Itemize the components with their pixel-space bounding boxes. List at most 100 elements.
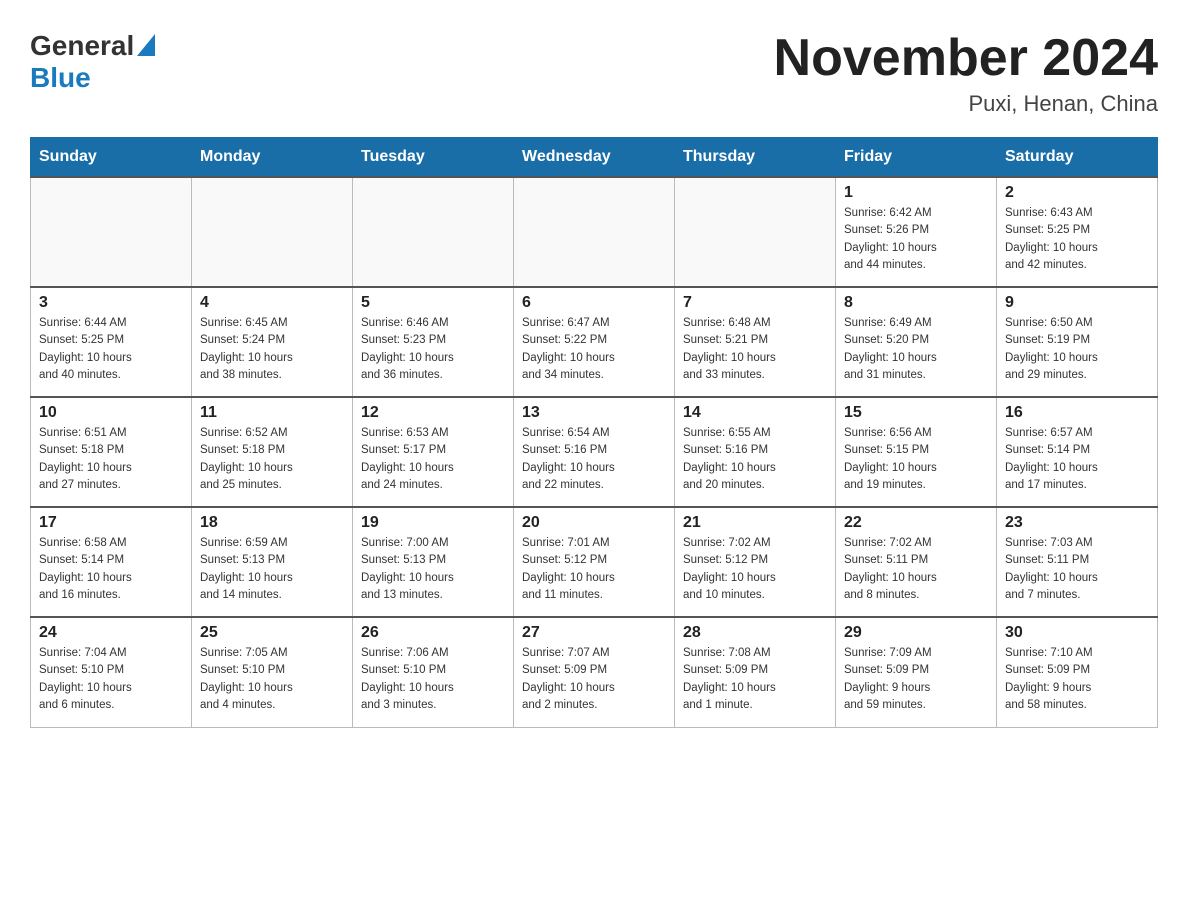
day-info: Sunrise: 7:07 AM Sunset: 5:09 PM Dayligh… <box>522 645 666 714</box>
calendar-cell: 23 Sunrise: 7:03 AM Sunset: 5:11 PM Dayli… <box>997 507 1158 617</box>
day-number: 23 <box>1005 514 1149 532</box>
day-info: Sunrise: 6:52 AM Sunset: 5:18 PM Dayligh… <box>200 425 344 494</box>
header-monday: Monday <box>192 138 353 178</box>
day-info: Sunrise: 7:09 AM Sunset: 5:09 PM Dayligh… <box>844 645 988 714</box>
week-row-1: 1 Sunrise: 6:42 AM Sunset: 5:26 PM Daylig… <box>31 177 1158 287</box>
page-header: General Blue November 2024 Puxi, Henan, … <box>30 30 1158 117</box>
day-number: 27 <box>522 624 666 642</box>
calendar-cell: 28 Sunrise: 7:08 AM Sunset: 5:09 PM Dayli… <box>675 617 836 727</box>
calendar-cell: 26 Sunrise: 7:06 AM Sunset: 5:10 PM Dayli… <box>353 617 514 727</box>
calendar-cell: 30 Sunrise: 7:10 AM Sunset: 5:09 PM Dayli… <box>997 617 1158 727</box>
day-number: 11 <box>200 404 344 422</box>
title-area: November 2024 Puxi, Henan, China <box>774 30 1158 117</box>
day-number: 26 <box>361 624 505 642</box>
day-info: Sunrise: 6:42 AM Sunset: 5:26 PM Dayligh… <box>844 205 988 274</box>
day-number: 20 <box>522 514 666 532</box>
day-info: Sunrise: 7:10 AM Sunset: 5:09 PM Dayligh… <box>1005 645 1149 714</box>
header-friday: Friday <box>836 138 997 178</box>
day-number: 15 <box>844 404 988 422</box>
weekday-header-row: Sunday Monday Tuesday Wednesday Thursday… <box>31 138 1158 178</box>
day-number: 6 <box>522 294 666 312</box>
calendar-cell: 24Sunrise: 7:04 AM Sunset: 5:10 PM Dayli… <box>31 617 192 727</box>
month-year-title: November 2024 <box>774 30 1158 87</box>
calendar-cell: 1 Sunrise: 6:42 AM Sunset: 5:26 PM Daylig… <box>836 177 997 287</box>
week-row-2: 3 Sunrise: 6:44 AM Sunset: 5:25 PM Daylig… <box>31 287 1158 397</box>
header-wednesday: Wednesday <box>514 138 675 178</box>
day-number: 21 <box>683 514 827 532</box>
calendar-cell: 4 Sunrise: 6:45 AM Sunset: 5:24 PM Daylig… <box>192 287 353 397</box>
calendar-cell: 6 Sunrise: 6:47 AM Sunset: 5:22 PM Daylig… <box>514 287 675 397</box>
header-saturday: Saturday <box>997 138 1158 178</box>
header-tuesday: Tuesday <box>353 138 514 178</box>
logo-arrow-icon <box>137 34 155 61</box>
day-number: 9 <box>1005 294 1149 312</box>
week-row-3: 10 Sunrise: 6:51 AM Sunset: 5:18 PM Dayli… <box>31 397 1158 507</box>
day-info: Sunrise: 6:43 AM Sunset: 5:25 PM Dayligh… <box>1005 205 1149 274</box>
calendar-cell: 16 Sunrise: 6:57 AM Sunset: 5:14 PM Dayli… <box>997 397 1158 507</box>
day-info: Sunrise: 6:51 AM Sunset: 5:18 PM Dayligh… <box>39 425 183 494</box>
calendar-cell: 14Sunrise: 6:55 AM Sunset: 5:16 PM Dayli… <box>675 397 836 507</box>
day-number: 10 <box>39 404 183 422</box>
calendar-cell: 25 Sunrise: 7:05 AM Sunset: 5:10 PM Dayli… <box>192 617 353 727</box>
day-info: Sunrise: 6:54 AM Sunset: 5:16 PM Dayligh… <box>522 425 666 494</box>
day-number: 16 <box>1005 404 1149 422</box>
header-sunday: Sunday <box>31 138 192 178</box>
calendar-cell: 9 Sunrise: 6:50 AM Sunset: 5:19 PM Daylig… <box>997 287 1158 397</box>
calendar-cell <box>192 177 353 287</box>
calendar-cell: 7 Sunrise: 6:48 AM Sunset: 5:21 PM Daylig… <box>675 287 836 397</box>
calendar-cell: 18Sunrise: 6:59 AM Sunset: 5:13 PM Dayli… <box>192 507 353 617</box>
day-info: Sunrise: 7:00 AM Sunset: 5:13 PM Dayligh… <box>361 535 505 604</box>
day-info: Sunrise: 7:04 AM Sunset: 5:10 PM Dayligh… <box>39 645 183 714</box>
day-info: Sunrise: 6:44 AM Sunset: 5:25 PM Dayligh… <box>39 315 183 384</box>
calendar-cell: 12Sunrise: 6:53 AM Sunset: 5:17 PM Dayli… <box>353 397 514 507</box>
day-info: Sunrise: 7:05 AM Sunset: 5:10 PM Dayligh… <box>200 645 344 714</box>
day-number: 14 <box>683 404 827 422</box>
day-info: Sunrise: 7:02 AM Sunset: 5:12 PM Dayligh… <box>683 535 827 604</box>
calendar-cell: 20 Sunrise: 7:01 AM Sunset: 5:12 PM Dayli… <box>514 507 675 617</box>
day-number: 28 <box>683 624 827 642</box>
day-number: 25 <box>200 624 344 642</box>
calendar-cell: 29 Sunrise: 7:09 AM Sunset: 5:09 PM Dayli… <box>836 617 997 727</box>
calendar-table: Sunday Monday Tuesday Wednesday Thursday… <box>30 137 1158 728</box>
calendar-cell <box>675 177 836 287</box>
calendar-cell: 19 Sunrise: 7:00 AM Sunset: 5:13 PM Dayli… <box>353 507 514 617</box>
calendar-cell: 17Sunrise: 6:58 AM Sunset: 5:14 PM Dayli… <box>31 507 192 617</box>
day-info: Sunrise: 6:58 AM Sunset: 5:14 PM Dayligh… <box>39 535 183 604</box>
day-info: Sunrise: 6:46 AM Sunset: 5:23 PM Dayligh… <box>361 315 505 384</box>
day-info: Sunrise: 7:03 AM Sunset: 5:11 PM Dayligh… <box>1005 535 1149 604</box>
day-number: 29 <box>844 624 988 642</box>
logo-blue-text: Blue <box>30 62 91 93</box>
day-info: Sunrise: 6:57 AM Sunset: 5:14 PM Dayligh… <box>1005 425 1149 494</box>
day-info: Sunrise: 6:48 AM Sunset: 5:21 PM Dayligh… <box>683 315 827 384</box>
day-number: 13 <box>522 404 666 422</box>
calendar-cell: 5Sunrise: 6:46 AM Sunset: 5:23 PM Daylig… <box>353 287 514 397</box>
logo: General Blue <box>30 30 155 94</box>
day-info: Sunrise: 7:01 AM Sunset: 5:12 PM Dayligh… <box>522 535 666 604</box>
day-number: 22 <box>844 514 988 532</box>
day-info: Sunrise: 6:47 AM Sunset: 5:22 PM Dayligh… <box>522 315 666 384</box>
day-number: 7 <box>683 294 827 312</box>
calendar-cell: 11 Sunrise: 6:52 AM Sunset: 5:18 PM Dayli… <box>192 397 353 507</box>
calendar-cell <box>353 177 514 287</box>
calendar-cell: 8Sunrise: 6:49 AM Sunset: 5:20 PM Daylig… <box>836 287 997 397</box>
day-info: Sunrise: 7:02 AM Sunset: 5:11 PM Dayligh… <box>844 535 988 604</box>
calendar-cell: 15Sunrise: 6:56 AM Sunset: 5:15 PM Dayli… <box>836 397 997 507</box>
day-number: 3 <box>39 294 183 312</box>
day-number: 8 <box>844 294 988 312</box>
day-number: 18 <box>200 514 344 532</box>
day-info: Sunrise: 6:45 AM Sunset: 5:24 PM Dayligh… <box>200 315 344 384</box>
day-number: 19 <box>361 514 505 532</box>
calendar-cell: 21 Sunrise: 7:02 AM Sunset: 5:12 PM Dayli… <box>675 507 836 617</box>
day-info: Sunrise: 7:06 AM Sunset: 5:10 PM Dayligh… <box>361 645 505 714</box>
day-number: 1 <box>844 184 988 202</box>
week-row-4: 17Sunrise: 6:58 AM Sunset: 5:14 PM Dayli… <box>31 507 1158 617</box>
day-info: Sunrise: 6:50 AM Sunset: 5:19 PM Dayligh… <box>1005 315 1149 384</box>
logo-general-text: General <box>30 30 134 62</box>
header-thursday: Thursday <box>675 138 836 178</box>
day-number: 12 <box>361 404 505 422</box>
calendar-cell: 27 Sunrise: 7:07 AM Sunset: 5:09 PM Dayli… <box>514 617 675 727</box>
day-info: Sunrise: 7:08 AM Sunset: 5:09 PM Dayligh… <box>683 645 827 714</box>
day-number: 4 <box>200 294 344 312</box>
day-number: 30 <box>1005 624 1149 642</box>
calendar-cell <box>31 177 192 287</box>
